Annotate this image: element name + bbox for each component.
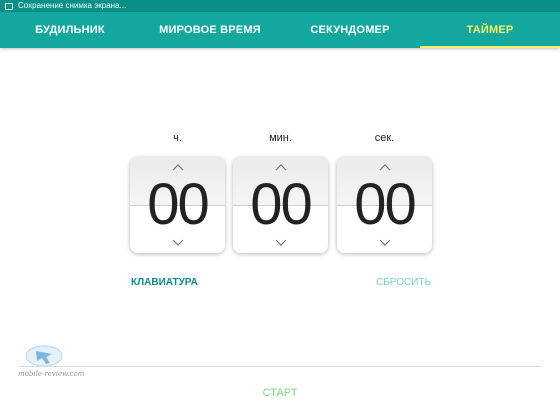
tab-alarm[interactable]: БУДИЛЬНИК bbox=[0, 12, 140, 48]
chevron-down-icon[interactable] bbox=[233, 236, 328, 248]
tab-timer[interactable]: ТАЙМЕР bbox=[420, 12, 560, 48]
seconds-spinner[interactable]: 00 bbox=[337, 157, 432, 253]
watermark: mobile-review.com bbox=[14, 343, 110, 383]
tab-bar: БУДИЛЬНИК МИРОВОЕ ВРЕМЯ СЕКУНДОМЕР ТАЙМЕ… bbox=[0, 12, 560, 48]
minutes-value[interactable]: 00 bbox=[233, 175, 328, 235]
seconds-value[interactable]: 00 bbox=[337, 175, 432, 235]
hours-label: ч. bbox=[173, 132, 182, 144]
hours-value[interactable]: 00 bbox=[130, 175, 225, 235]
status-bar: Сохранение снимка экрана... bbox=[0, 0, 560, 12]
tab-stopwatch[interactable]: СЕКУНДОМЕР bbox=[280, 12, 420, 48]
minutes-spinner[interactable]: 00 bbox=[233, 157, 328, 253]
screenshot-icon bbox=[5, 2, 13, 10]
chevron-down-icon[interactable] bbox=[130, 236, 225, 248]
keyboard-button[interactable]: КЛАВИАТУРА bbox=[131, 277, 198, 288]
bottom-divider bbox=[18, 366, 542, 367]
seconds-label: сек. bbox=[374, 132, 395, 144]
chevron-down-icon[interactable] bbox=[337, 236, 432, 248]
minutes-label: мин. bbox=[269, 132, 292, 144]
reset-button[interactable]: СБРОСИТЬ bbox=[376, 277, 431, 288]
watermark-text: mobile-review.com bbox=[18, 370, 85, 378]
start-button[interactable]: СТАРТ bbox=[0, 387, 560, 399]
tab-world-clock[interactable]: МИРОВОЕ ВРЕМЯ bbox=[140, 12, 280, 48]
status-text: Сохранение снимка экрана... bbox=[18, 1, 127, 10]
hours-spinner[interactable]: 00 bbox=[130, 157, 225, 253]
